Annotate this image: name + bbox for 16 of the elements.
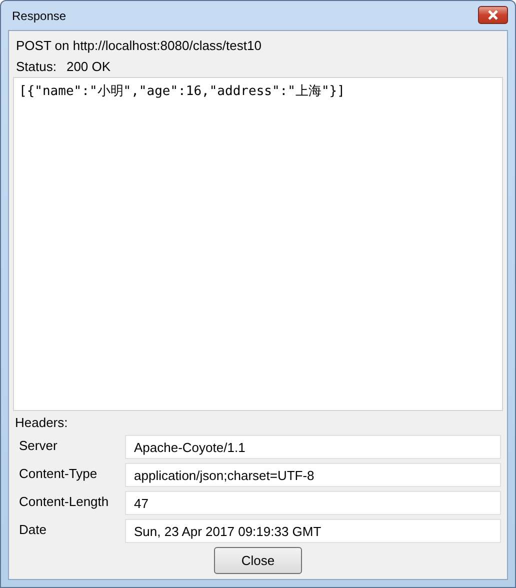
- status-label: Status:: [16, 58, 56, 76]
- header-value-field[interactable]: 47: [125, 491, 501, 515]
- window-title: Response: [11, 8, 66, 22]
- header-name: Content-Length: [19, 493, 110, 511]
- header-value-field[interactable]: Apache-Coyote/1.1: [125, 435, 501, 459]
- response-body-field[interactable]: [{"name":"小明","age":16,"address":"上海"}]: [13, 77, 503, 411]
- status-value: 200 OK: [66, 58, 111, 76]
- close-icon[interactable]: [478, 6, 508, 24]
- header-name: Server: [19, 437, 58, 455]
- header-value-field[interactable]: application/json;charset=UTF-8: [125, 463, 501, 487]
- header-name: Date: [19, 521, 48, 539]
- request-line: POST on http://localhost:8080/class/test10: [15, 37, 262, 55]
- headers-label: Headers:: [14, 414, 69, 432]
- header-name: Content-Type: [19, 465, 98, 483]
- header-value-field[interactable]: Sun, 23 Apr 2017 09:19:33 GMT: [125, 519, 501, 543]
- close-button[interactable]: Close: [214, 547, 302, 574]
